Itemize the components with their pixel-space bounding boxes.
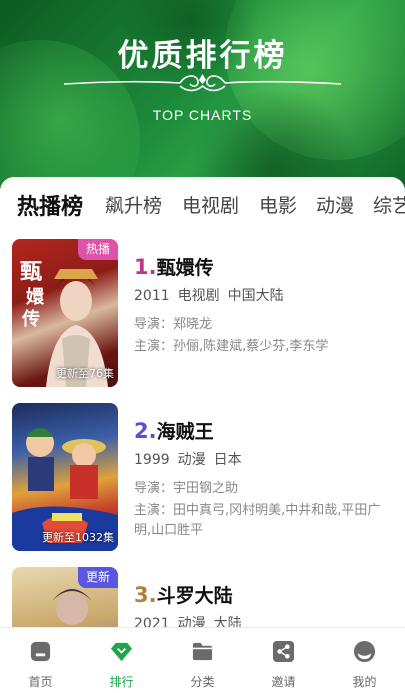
item-meta: 2011 电视剧 中国大陆 <box>134 285 292 305</box>
tab-movie[interactable]: 电影 <box>259 191 297 218</box>
nav-home-label: 首页 <box>28 675 53 689</box>
item-genre: 动漫 <box>177 452 206 468</box>
nav-category[interactable]: 分类 <box>162 628 243 693</box>
profile-icon <box>353 640 376 663</box>
item-genre: 动漫 <box>177 616 206 627</box>
item-title-row[interactable]: 3.斗罗大陆 <box>134 581 233 608</box>
list-item[interactable]: 更新 3.斗罗大陆 2021 动漫 大陆 <box>12 567 405 627</box>
flourish-ornament-icon <box>63 74 342 92</box>
svg-text:嬛: 嬛 <box>25 286 45 308</box>
item-genre: 电视剧 <box>177 288 220 304</box>
item-region: 中国大陆 <box>227 288 284 304</box>
item-region: 日本 <box>213 452 242 468</box>
item-cast: 主演：田中真弓,冈村明美,中井和哉,平田广明,山口胜平 <box>134 503 381 538</box>
item-year: 2021 <box>134 616 170 627</box>
svg-text:甄: 甄 <box>20 259 42 285</box>
item-title-row[interactable]: 1.甄嬛传 <box>134 253 214 280</box>
page-title: 优质排行榜 <box>117 38 288 74</box>
page-subtitle: TOP CHARTS <box>152 107 253 123</box>
ranking-sheet: 热播榜 飙升榜 电视剧 电影 动漫 综艺 甄 嬛 传 热播 更新至76集 1.甄… <box>0 177 405 627</box>
episode-update-label: 更新至76集 <box>56 367 114 380</box>
poster-image[interactable]: 更新至1032集 <box>12 403 118 551</box>
nav-profile[interactable]: 我的 <box>324 628 405 693</box>
nav-category-label: 分类 <box>190 675 215 689</box>
item-director: 导演：郑晓龙 <box>134 317 213 332</box>
tab-tv-series[interactable]: 电视剧 <box>182 191 239 218</box>
svg-text:传: 传 <box>21 308 40 330</box>
item-year: 2011 <box>134 288 170 304</box>
item-year: 1999 <box>134 452 170 468</box>
tab-variety[interactable]: 综艺 <box>373 191 405 218</box>
share-icon <box>272 640 295 663</box>
episode-update-label: 更新至1032集 <box>42 531 114 544</box>
update-badge: 更新 <box>77 567 118 588</box>
item-title: 海贼王 <box>156 421 214 443</box>
nav-home[interactable]: 首页 <box>0 628 81 693</box>
list-item[interactable]: 更新至1032集 2.海贼王 1999 动漫 日本 导演：宇田钢之助 主演：田中真弓… <box>12 403 405 551</box>
rank-number: 3. <box>134 583 157 607</box>
item-meta: 1999 动漫 日本 <box>134 449 250 469</box>
nav-ranking[interactable]: 排行 <box>81 628 162 693</box>
diamond-icon <box>110 642 133 662</box>
nav-invite-label: 邀请 <box>271 675 296 689</box>
rank-number: 2. <box>134 419 157 443</box>
header-banner: 优质排行榜 TOP CHARTS <box>0 0 405 200</box>
nav-invite[interactable]: 邀请 <box>243 628 324 693</box>
item-region: 大陆 <box>213 616 242 627</box>
poster-image[interactable]: 更新 <box>12 567 118 627</box>
item-title-row[interactable]: 2.海贼王 <box>134 417 214 444</box>
tab-anime[interactable]: 动漫 <box>316 191 354 218</box>
item-title: 斗罗大陆 <box>156 585 233 607</box>
category-tabs: 热播榜 飙升榜 电视剧 电影 动漫 综艺 <box>0 177 405 231</box>
bottom-nav: 首页 排行 分类 邀请 我的 <box>0 627 405 693</box>
tab-hot[interactable]: 热播榜 <box>17 189 83 221</box>
list-item[interactable]: 甄 嬛 传 热播 更新至76集 1.甄嬛传 2011 电视剧 中国大陆 导演：郑晓龙… <box>12 239 405 387</box>
tab-rising[interactable]: 飙升榜 <box>105 191 162 218</box>
rank-number: 1. <box>134 255 157 279</box>
home-icon <box>30 641 51 662</box>
hot-badge: 热播 <box>77 239 118 260</box>
item-meta: 2021 动漫 大陆 <box>134 613 250 627</box>
item-director: 导演：宇田钢之助 <box>134 481 239 496</box>
item-title: 甄嬛传 <box>156 257 214 279</box>
item-cast: 主演：孙俪,陈建斌,蔡少芬,李东学 <box>134 339 329 354</box>
nav-ranking-label: 排行 <box>109 675 134 689</box>
poster-image[interactable]: 甄 嬛 传 热播 更新至76集 <box>12 239 118 387</box>
folder-icon <box>192 642 213 661</box>
nav-profile-label: 我的 <box>352 675 377 689</box>
